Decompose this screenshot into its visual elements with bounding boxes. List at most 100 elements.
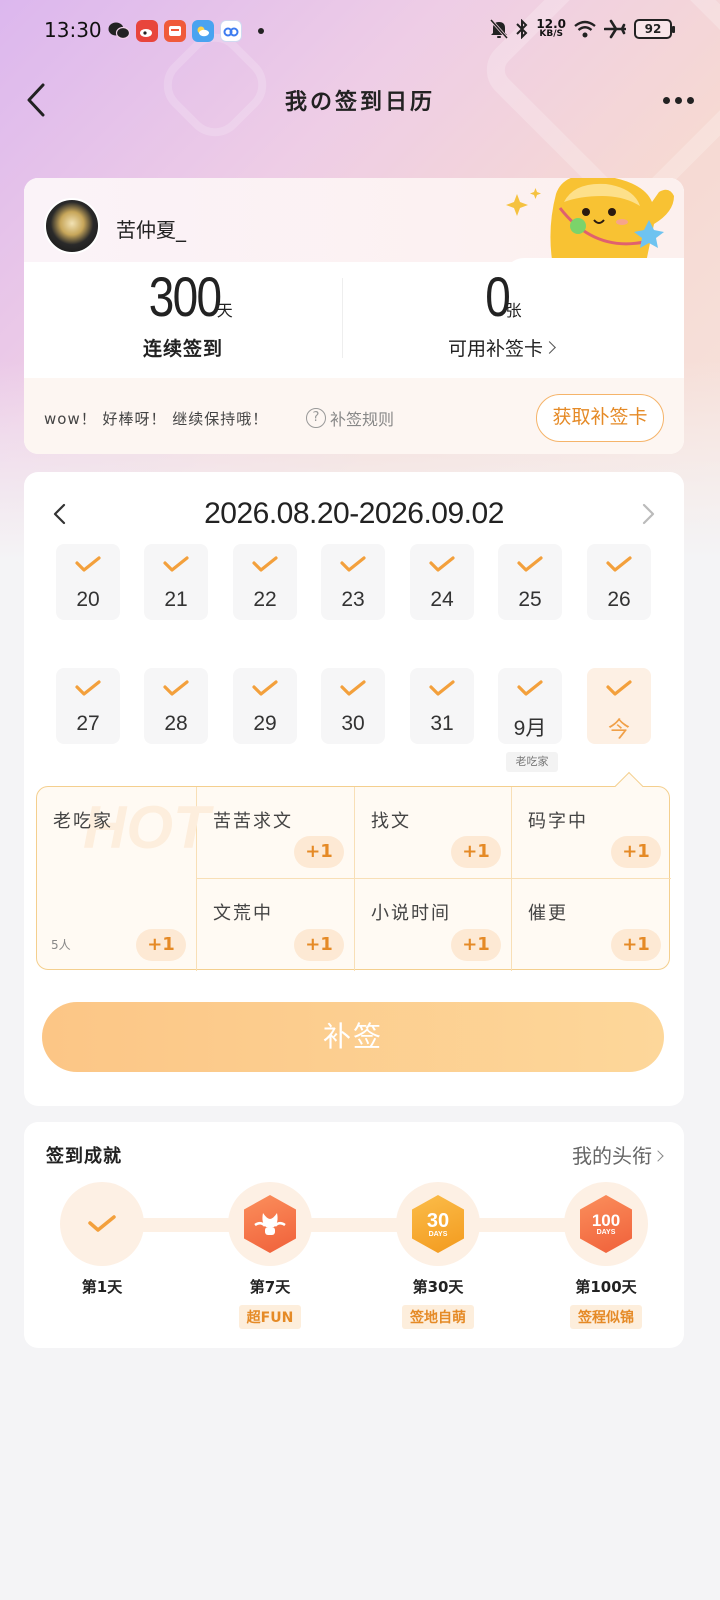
system-icons: 12.0 KB/S 92 bbox=[490, 18, 675, 39]
sign-tag-option[interactable]: 小说时间 +1 bbox=[355, 879, 512, 971]
achievements-card: 签到成就 我的头衔 第1天 第7天 超FUN 30 DAYS 第30天 签地自萌 bbox=[24, 1122, 684, 1348]
next-period-button[interactable] bbox=[636, 502, 660, 526]
calendar-day[interactable]: 今 bbox=[587, 668, 651, 744]
day-tag: 老吃家 bbox=[506, 752, 558, 772]
achievement-day-label: 第7天 bbox=[249, 1278, 291, 1296]
check-icon bbox=[252, 556, 278, 572]
notification-icons bbox=[108, 20, 264, 42]
tag-name: 苦苦求文 bbox=[213, 811, 293, 832]
calendar-day[interactable]: 23 bbox=[321, 544, 385, 620]
streak-value: 300 bbox=[149, 265, 222, 328]
calendar-day[interactable]: 26 bbox=[587, 544, 651, 620]
tip-row: wow！ 好棒呀！ 继续保持哦！ ? 补签规则 获取补签卡 bbox=[24, 378, 684, 454]
stats-row: 300天 连续签到 0张 可用补签卡 bbox=[24, 262, 684, 372]
plus-one-button[interactable]: +1 bbox=[451, 836, 501, 868]
my-titles-label: 我的头衔 bbox=[572, 1144, 652, 1168]
achievement-circle bbox=[228, 1182, 312, 1266]
plus-one-button[interactable]: +1 bbox=[136, 929, 186, 961]
day-label: 29 bbox=[253, 712, 277, 735]
plus-one-button[interactable]: +1 bbox=[294, 836, 344, 868]
check-icon bbox=[75, 680, 101, 696]
plus-one-button[interactable]: +1 bbox=[451, 929, 501, 961]
achievement-day-100[interactable]: 100 DAYS 第100天 签程似锦 bbox=[546, 1182, 666, 1329]
badge-number: 100 bbox=[591, 1211, 621, 1230]
encouragement-text: wow！ 好棒呀！ 继续保持哦！ bbox=[44, 410, 269, 428]
more-dot bbox=[674, 96, 682, 104]
check-icon bbox=[340, 556, 366, 572]
rabbit-badge-icon bbox=[244, 1195, 296, 1253]
calendar-day[interactable]: 22 bbox=[233, 544, 297, 620]
check-icon bbox=[606, 680, 632, 696]
calendar-day[interactable]: 28 bbox=[144, 668, 208, 744]
my-titles-link[interactable]: 我的头衔 bbox=[572, 1140, 664, 1169]
achievement-circle: 30 DAYS bbox=[396, 1182, 480, 1266]
sign-tag-option[interactable]: 找文 +1 bbox=[355, 787, 512, 879]
resign-cards-stat[interactable]: 0张 可用补签卡 bbox=[342, 262, 660, 372]
achievement-day-1[interactable]: 第1天 bbox=[42, 1182, 162, 1297]
check-icon bbox=[517, 680, 543, 696]
more-options-button[interactable] bbox=[656, 80, 700, 120]
airplane-icon bbox=[604, 19, 626, 38]
check-icon bbox=[429, 556, 455, 572]
sign-tag-option[interactable]: 文荒中 +1 bbox=[197, 879, 355, 971]
sign-tag-option[interactable]: HOT 老吃家 5人 +1 bbox=[37, 787, 210, 971]
calendar-day[interactable]: 25 bbox=[498, 544, 562, 620]
badge-days-text: DAYS bbox=[428, 1230, 448, 1238]
calendar-day[interactable]: 21 bbox=[144, 544, 208, 620]
resign-button[interactable]: 补签 bbox=[42, 1002, 664, 1072]
30-days-badge-icon: 30 DAYS bbox=[412, 1195, 464, 1253]
chevron-right-icon bbox=[652, 1150, 664, 1162]
chevron-right-icon bbox=[543, 341, 556, 354]
battery-indicator: 92 bbox=[634, 18, 675, 39]
sign-tag-option[interactable]: 码字中 +1 bbox=[512, 787, 671, 879]
day-label: 21 bbox=[164, 588, 188, 611]
achievement-day-label: 第1天 bbox=[81, 1278, 123, 1296]
day-label: 20 bbox=[76, 588, 100, 611]
tag-user-count: 5人 bbox=[51, 938, 71, 952]
tag-name: 老吃家 bbox=[53, 811, 113, 832]
day-label: 23 bbox=[341, 588, 365, 611]
achievement-day-30[interactable]: 30 DAYS 第30天 签地自萌 bbox=[378, 1182, 498, 1329]
more-notifications-dot bbox=[258, 28, 264, 34]
more-dot bbox=[686, 96, 694, 104]
profile-card: 苦仲夏_ 300天 连续签到 0张 可用补签卡 wow！ 好棒呀！ 继续保持哦！… bbox=[24, 178, 684, 454]
resign-rules-link[interactable]: ? 补签规则 bbox=[306, 406, 394, 430]
date-range: 2026.08.20-2026.09.02 bbox=[204, 497, 504, 530]
sign-tag-option[interactable]: 催更 +1 bbox=[512, 879, 671, 971]
plus-one-button[interactable]: +1 bbox=[611, 929, 661, 961]
wifi-icon bbox=[574, 20, 596, 37]
streak-stat: 300天 连续签到 bbox=[24, 262, 342, 372]
calendar-day[interactable]: 24 bbox=[410, 544, 474, 620]
nav-bar: 我の签到日历 bbox=[0, 70, 720, 130]
streak-label: 连续签到 bbox=[142, 338, 223, 360]
day-label: 28 bbox=[164, 712, 188, 735]
day-label: 24 bbox=[430, 588, 454, 611]
check-icon bbox=[252, 680, 278, 696]
day-label: 22 bbox=[253, 588, 277, 611]
get-resign-card-button[interactable]: 获取补签卡 bbox=[536, 394, 664, 442]
achievement-day-7[interactable]: 第7天 超FUN bbox=[210, 1182, 330, 1329]
calendar-day[interactable]: 20 bbox=[56, 544, 120, 620]
check-icon bbox=[88, 1215, 116, 1232]
sign-tag-option[interactable]: 苦苦求文 +1 bbox=[197, 787, 355, 879]
achievement-badge: 签程似锦 bbox=[570, 1305, 642, 1329]
cards-value: 0 bbox=[485, 265, 512, 328]
tag-name: 小说时间 bbox=[371, 903, 451, 924]
achievement-day-label: 第100天 bbox=[575, 1278, 637, 1296]
calendar-day[interactable]: 9月 bbox=[498, 668, 562, 744]
username: 苦仲夏_ bbox=[116, 218, 186, 242]
calendar-day[interactable]: 29 bbox=[233, 668, 297, 744]
plus-one-button[interactable]: +1 bbox=[294, 929, 344, 961]
day-label: 26 bbox=[607, 588, 631, 611]
calendar-day[interactable]: 30 bbox=[321, 668, 385, 744]
day-label: 31 bbox=[430, 712, 454, 735]
check-icon bbox=[517, 556, 543, 572]
cards-label-row: 可用补签卡 bbox=[342, 334, 660, 361]
calendar-day[interactable]: 27 bbox=[56, 668, 120, 744]
avatar[interactable] bbox=[44, 198, 100, 254]
more-dot bbox=[662, 96, 670, 104]
bluetooth-icon bbox=[516, 18, 528, 39]
plus-one-button[interactable]: +1 bbox=[611, 836, 661, 868]
achievements-title: 签到成就 bbox=[46, 1146, 122, 1167]
calendar-day[interactable]: 31 bbox=[410, 668, 474, 744]
